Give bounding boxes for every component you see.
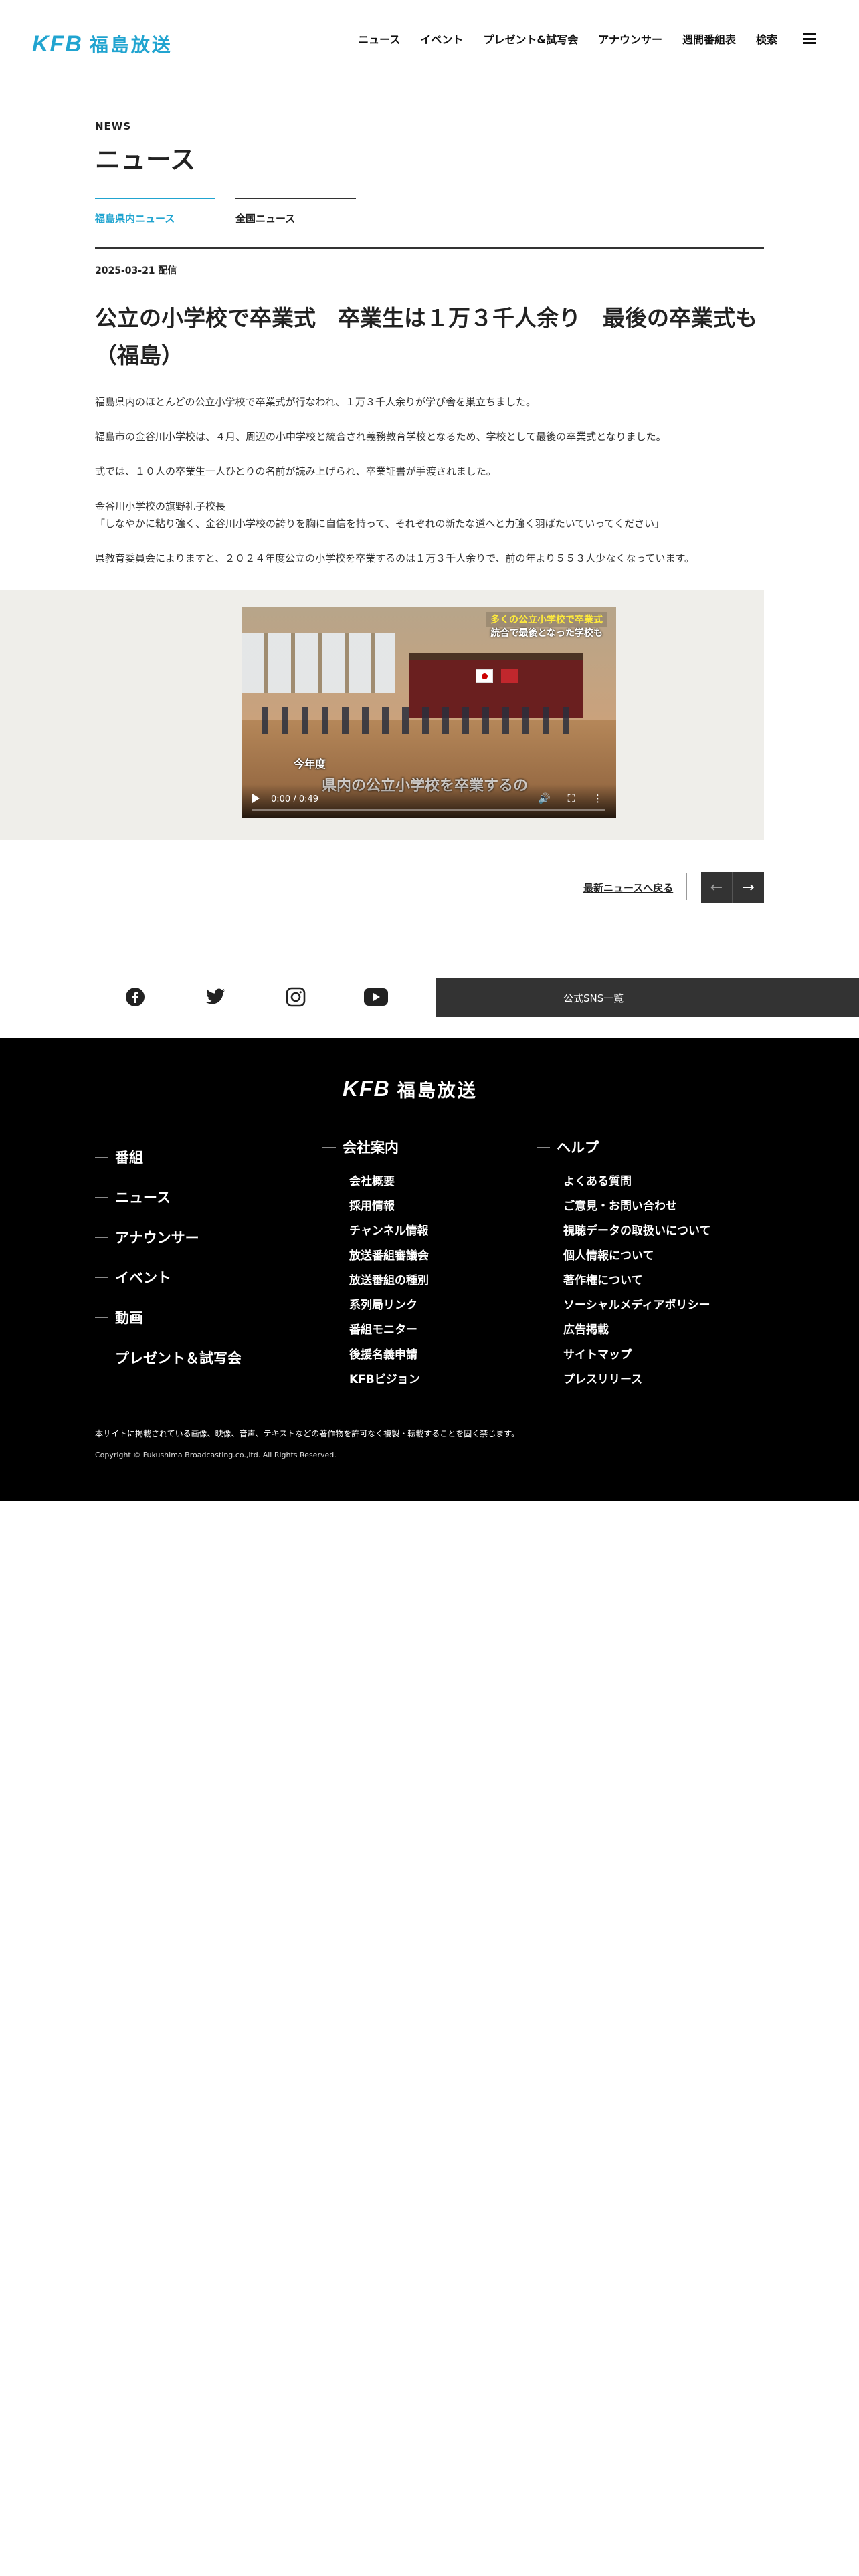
footer-link[interactable]: 番組モニター [349, 1320, 429, 1345]
video-frame-students [262, 707, 583, 734]
article-paragraph: 式では、１０人の卒業生一人ひとりの名前が読み上げられ、卒業証書が手渡されました。 [95, 465, 496, 477]
tab-fukushima-news[interactable]: 福島県内ニュース [95, 198, 215, 225]
footer-logo[interactable]: KFB 福島放送 [343, 1076, 478, 1102]
prev-arrow-icon[interactable]: ← [701, 872, 733, 903]
footer-link[interactable]: 放送番組審議会 [349, 1246, 429, 1271]
footer-link-programs[interactable]: 番組 [95, 1137, 242, 1177]
footer-link[interactable]: 視聴データの取扱いについて [563, 1221, 711, 1246]
footer-link[interactable]: サイトマップ [563, 1345, 711, 1370]
video-controls: 0:00 / 0:49 🔊 ⛶ ⋮ [242, 784, 616, 818]
site-header: KFB 福島放送 ニュース イベント プレゼント&試写会 アナウンサー 週間番組… [0, 0, 859, 83]
footer-link[interactable]: プレスリリース [563, 1370, 711, 1394]
footer-main-nav: 番組 ニュース アナウンサー イベント 動画 プレゼント＆試写会 [95, 1137, 242, 1378]
copyright-text: Copyright © Fukushima Broadcasting.co.,l… [95, 1451, 337, 1459]
site-logo[interactable]: KFB 福島放送 [32, 31, 173, 58]
logo-mark: KFB [32, 31, 83, 57]
nav-present[interactable]: プレゼント&試写会 [483, 31, 578, 47]
facebook-icon[interactable] [95, 980, 175, 1014]
twitter-icon[interactable] [175, 980, 256, 1014]
footer-link-present[interactable]: プレゼント＆試写会 [95, 1337, 242, 1378]
nav-events[interactable]: イベント [420, 31, 463, 47]
footer-link[interactable]: ご意見・お問い合わせ [563, 1196, 711, 1221]
footer-link[interactable]: チャンネル情報 [349, 1221, 429, 1246]
global-nav: ニュース イベント プレゼント&試写会 アナウンサー 週間番組表 検索 [358, 31, 816, 47]
news-tabs: 福島県内ニュース 全国ニュース [95, 198, 356, 225]
video-caption-top: 多くの公立小学校で卒業式 [486, 612, 607, 627]
nav-announcers[interactable]: アナウンサー [598, 31, 662, 47]
pager-divider [686, 873, 687, 900]
footer-link[interactable]: 放送番組の種別 [349, 1271, 429, 1295]
footer-logo-mark: KFB [343, 1077, 391, 1101]
footer-link[interactable]: KFBビジョン [349, 1370, 429, 1394]
article-paragraph: 福島市の金谷川小学校は、４月、周辺の小中学校と統合され義務教育学校となるため、学… [95, 431, 666, 443]
footer-link[interactable]: 採用情報 [349, 1196, 429, 1221]
footer-link[interactable]: よくある質問 [563, 1172, 711, 1196]
footer-link[interactable]: 個人情報について [563, 1246, 711, 1271]
play-icon[interactable] [252, 794, 260, 803]
footer-help-heading: ヘルプ [537, 1137, 711, 1157]
article-paragraph: 福島県内のほとんどの公立小学校で卒業式が行なわれ、１万３千人余りが学び舎を巣立ち… [95, 396, 536, 408]
footer-link[interactable]: 広告掲載 [563, 1320, 711, 1345]
nav-schedule[interactable]: 週間番組表 [682, 31, 736, 47]
footer-company-heading: 会社案内 [322, 1137, 429, 1157]
tab-national-news[interactable]: 全国ニュース [235, 198, 356, 225]
menu-icon[interactable] [803, 33, 816, 44]
school-flag [501, 669, 518, 683]
article-date: 2025-03-21 配信 [95, 265, 177, 276]
article-pager: ← → [701, 872, 764, 903]
footer-company-nav: 会社案内 会社概要 採用情報 チャンネル情報 放送番組審議会 放送番組の種別 系… [322, 1137, 429, 1394]
japan-flag [476, 669, 493, 683]
video-progress-bar[interactable] [252, 809, 605, 811]
article-paragraph: 県教育委員会によりますと、２０２４年度公立の小学校を卒業するのは１万３千人余りで… [95, 552, 694, 564]
footer-link[interactable]: 著作権について [563, 1271, 711, 1295]
footer-link[interactable]: ソーシャルメディアポリシー [563, 1295, 711, 1320]
page-title: ニュース [95, 145, 196, 175]
volume-icon[interactable]: 🔊 [538, 792, 551, 804]
site-footer: KFB 福島放送 番組 ニュース アナウンサー イベント 動画 プレゼント＆試写… [0, 1038, 859, 1501]
video-frame-windows [242, 633, 395, 693]
footer-link[interactable]: 系列局リンク [349, 1295, 429, 1320]
youtube-icon[interactable] [336, 980, 416, 1014]
footer-link-news[interactable]: ニュース [95, 1177, 242, 1217]
instagram-icon[interactable] [256, 980, 336, 1014]
footer-link[interactable]: 後援名義申請 [349, 1345, 429, 1370]
next-arrow-icon[interactable]: → [733, 872, 764, 903]
video-player[interactable]: 多くの公立小学校で卒業式 統合で最後となった学校も 今年度 県内の公立小学校を卒… [242, 607, 616, 818]
footer-link[interactable]: 会社概要 [349, 1172, 429, 1196]
video-time: 0:00 / 0:49 [271, 794, 319, 804]
divider [95, 247, 764, 249]
footer-help-nav: ヘルプ よくある質問 ご意見・お問い合わせ 視聴データの取扱いについて 個人情報… [537, 1137, 711, 1394]
back-to-latest-news-link[interactable]: 最新ニュースへ戻る [583, 881, 673, 895]
article-paragraph: 金谷川小学校の旗野礼子校長 「しなやかに粘り強く、金谷川小学校の誇りを胸に自信を… [95, 500, 665, 530]
footer-link-events[interactable]: イベント [95, 1257, 242, 1297]
article-body: 福島県内のほとんどの公立小学校で卒業式が行なわれ、１万３千人余りが学び舎を巣立ち… [95, 393, 764, 584]
sns-icons [95, 980, 416, 1014]
copyright-notice: 本サイトに掲載されている画像、映像、音声、テキストなどの著作物を許可なく複製・転… [95, 1429, 520, 1438]
sns-list-button[interactable]: 公式SNS一覧 [436, 978, 859, 1017]
section-eyebrow: NEWS [95, 120, 132, 132]
footer-link-announcers[interactable]: アナウンサー [95, 1217, 242, 1257]
nav-news[interactable]: ニュース [358, 31, 400, 47]
video-caption-sub: 統合で最後となった学校も [490, 628, 603, 639]
article-title: 公立の小学校で卒業式 卒業生は１万３千人余り 最後の卒業式も （福島） [95, 305, 779, 368]
video-subtitle-small: 今年度 [294, 758, 326, 770]
sns-list-label: 公式SNS一覧 [563, 992, 624, 1004]
fullscreen-icon[interactable]: ⛶ [567, 792, 575, 804]
footer-logo-text: 福島放送 [397, 1081, 478, 1101]
footer-link-videos[interactable]: 動画 [95, 1297, 242, 1337]
logo-text: 福島放送 [89, 34, 173, 56]
nav-search[interactable]: 検索 [756, 31, 777, 47]
more-options-icon[interactable]: ⋮ [593, 792, 603, 804]
